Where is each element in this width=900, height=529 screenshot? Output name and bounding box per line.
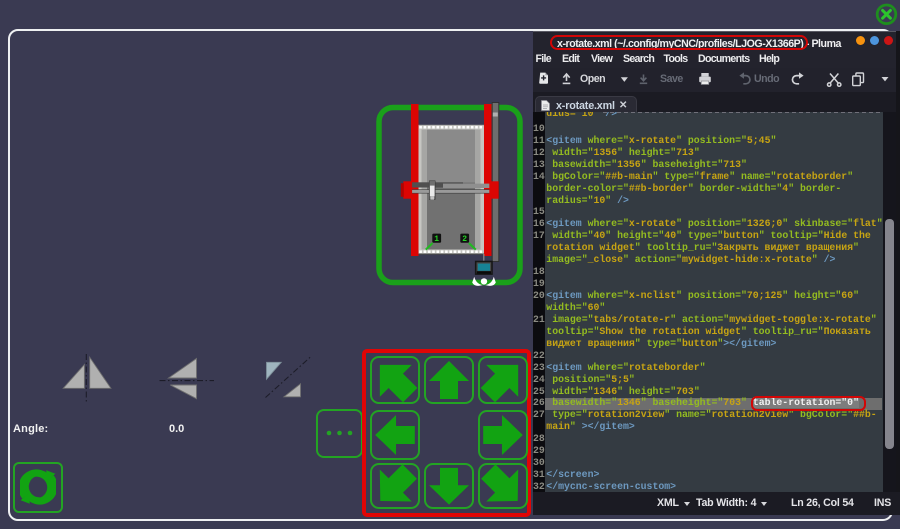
svg-text:2: 2 (462, 235, 467, 244)
svg-text:1: 1 (434, 235, 439, 244)
